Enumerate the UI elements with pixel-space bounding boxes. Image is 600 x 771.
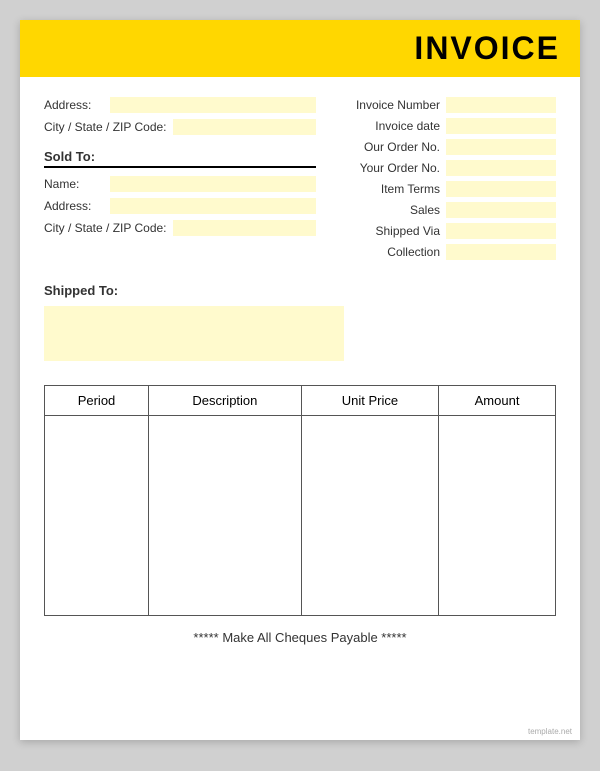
sold-city-row: City / State / ZIP Code: xyxy=(44,220,316,236)
sold-name-row: Name: xyxy=(44,176,316,192)
shipped-to-textarea[interactable] xyxy=(44,306,344,361)
invoice-number-label: Invoice Number xyxy=(356,98,440,112)
sales-input[interactable] xyxy=(446,202,556,218)
city-label: City / State / ZIP Code: xyxy=(44,120,167,134)
cell-period[interactable] xyxy=(45,416,149,616)
col-amount: Amount xyxy=(439,386,556,416)
col-description: Description xyxy=(149,386,302,416)
sales-label: Sales xyxy=(410,203,440,217)
sold-to-section: Sold To: Name: Address: City / State / Z… xyxy=(44,149,316,236)
footer-text: ***** Make All Cheques Payable ***** xyxy=(193,630,406,645)
your-order-label: Your Order No. xyxy=(360,161,440,175)
item-terms-label: Item Terms xyxy=(381,182,440,196)
invoice-page: INVOICE Address: City / State / ZIP Code… xyxy=(20,20,580,740)
sold-address-input[interactable] xyxy=(110,198,316,214)
right-section: Invoice Number Invoice date Our Order No… xyxy=(336,97,556,265)
footer: ***** Make All Cheques Payable ***** xyxy=(44,630,556,655)
invoice-date-label: Invoice date xyxy=(375,119,440,133)
sold-name-label: Name: xyxy=(44,177,104,191)
invoice-date-input[interactable] xyxy=(446,118,556,134)
col-period: Period xyxy=(45,386,149,416)
sold-address-row: Address: xyxy=(44,198,316,214)
left-section: Address: City / State / ZIP Code: Sold T… xyxy=(44,97,316,265)
our-order-input[interactable] xyxy=(446,139,556,155)
our-order-row: Our Order No. xyxy=(336,139,556,155)
item-terms-input[interactable] xyxy=(446,181,556,197)
address-label: Address: xyxy=(44,98,104,112)
item-terms-row: Item Terms xyxy=(336,181,556,197)
your-order-input[interactable] xyxy=(446,160,556,176)
address-row: Address: xyxy=(44,97,316,113)
content-area: Address: City / State / ZIP Code: Sold T… xyxy=(20,77,580,675)
invoice-table: Period Description Unit Price Amount xyxy=(44,385,556,616)
sold-city-input[interactable] xyxy=(173,220,317,236)
collection-label: Collection xyxy=(387,245,440,259)
our-order-label: Our Order No. xyxy=(364,140,440,154)
shipped-via-input[interactable] xyxy=(446,223,556,239)
sold-city-label: City / State / ZIP Code: xyxy=(44,221,167,235)
table-row xyxy=(45,416,556,616)
table-section: Period Description Unit Price Amount xyxy=(44,385,556,616)
your-order-row: Your Order No. xyxy=(336,160,556,176)
invoice-number-input[interactable] xyxy=(446,97,556,113)
shipped-via-label: Shipped Via xyxy=(376,224,441,238)
cell-description[interactable] xyxy=(149,416,302,616)
top-section: Address: City / State / ZIP Code: Sold T… xyxy=(44,97,556,265)
address-input[interactable] xyxy=(110,97,316,113)
shipped-to-title: Shipped To: xyxy=(44,283,556,298)
shipped-to-section: Shipped To: xyxy=(44,283,556,361)
invoice-date-row: Invoice date xyxy=(336,118,556,134)
city-row: City / State / ZIP Code: xyxy=(44,119,316,135)
city-input[interactable] xyxy=(173,119,317,135)
cell-unit-price[interactable] xyxy=(301,416,438,616)
collection-row: Collection xyxy=(336,244,556,260)
collection-input[interactable] xyxy=(446,244,556,260)
watermark: template.net xyxy=(528,727,572,736)
sold-address-label: Address: xyxy=(44,199,104,213)
sold-name-input[interactable] xyxy=(110,176,316,192)
col-unit-price: Unit Price xyxy=(301,386,438,416)
cell-amount[interactable] xyxy=(439,416,556,616)
shipped-via-row: Shipped Via xyxy=(336,223,556,239)
sold-to-title: Sold To: xyxy=(44,149,316,168)
invoice-header: INVOICE xyxy=(20,20,580,77)
invoice-title: INVOICE xyxy=(20,30,560,67)
invoice-number-row: Invoice Number xyxy=(336,97,556,113)
sales-row: Sales xyxy=(336,202,556,218)
